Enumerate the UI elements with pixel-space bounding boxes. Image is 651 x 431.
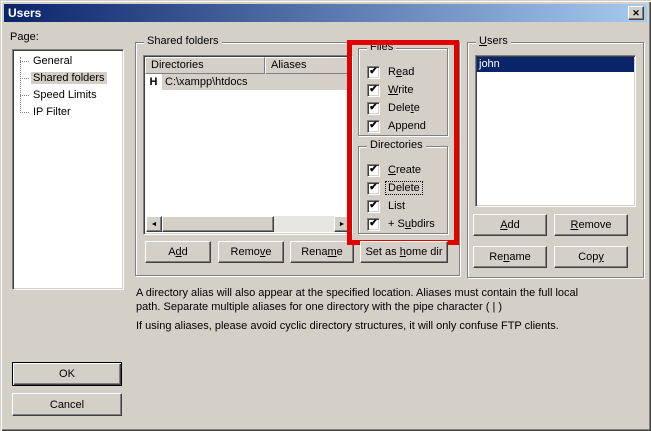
- annotation-highlight-rectangle: [347, 40, 459, 245]
- page-label: Page:: [10, 31, 39, 43]
- shared-folders-group-label: Shared folders: [144, 35, 222, 48]
- scrollbar-track[interactable]: [274, 216, 334, 232]
- column-header-directories[interactable]: Directories: [145, 57, 265, 74]
- horizontal-scrollbar[interactable]: ◄ ►: [146, 216, 350, 232]
- set-as-home-dir-button[interactable]: Set as home dir: [360, 241, 448, 263]
- alias-help-text: A directory alias will also appear at th…: [136, 286, 648, 333]
- users-group-label: Users: [476, 35, 511, 48]
- directory-path: C:\xampp\htdocs: [162, 74, 351, 90]
- title-bar[interactable]: Users ✕: [4, 4, 647, 22]
- scroll-left-icon[interactable]: ◄: [146, 216, 162, 232]
- remove-folder-button[interactable]: Remove: [218, 241, 284, 263]
- rename-folder-button[interactable]: Rename: [290, 241, 354, 263]
- copy-user-button[interactable]: Copy: [554, 246, 628, 268]
- page-tree[interactable]: General Shared folders Speed Limits IP F…: [12, 49, 124, 290]
- add-folder-button[interactable]: Add: [145, 241, 211, 263]
- ok-button[interactable]: OK: [12, 362, 122, 386]
- window-title: Users: [4, 6, 41, 20]
- table-row[interactable]: H C:\xampp\htdocs: [145, 74, 351, 90]
- list-header: Directories Aliases: [145, 57, 351, 74]
- tree-dash-icon: [20, 61, 29, 62]
- users-list[interactable]: john: [475, 55, 636, 207]
- home-marker: H: [145, 74, 162, 90]
- scrollbar-thumb[interactable]: [162, 216, 274, 232]
- list-item-user[interactable]: john: [477, 57, 634, 72]
- column-header-aliases[interactable]: Aliases: [265, 57, 351, 74]
- help-line-3: If using aliases, please avoid cyclic di…: [136, 319, 648, 333]
- page-item-speed-limits[interactable]: Speed Limits: [13, 87, 123, 104]
- page-item-general[interactable]: General: [13, 53, 123, 70]
- add-user-button[interactable]: Add: [473, 214, 547, 236]
- cancel-button[interactable]: Cancel: [12, 393, 122, 416]
- users-dialog: Users ✕ Page: General Shared folders Spe…: [0, 0, 651, 431]
- help-line-1: A directory alias will also appear at th…: [136, 286, 648, 300]
- page-item-shared-folders[interactable]: Shared folders: [13, 70, 123, 87]
- remove-user-button[interactable]: Remove: [554, 214, 628, 236]
- help-line-2: path. Separate multiple aliases for one …: [136, 300, 648, 314]
- page-item-ip-filter[interactable]: IP Filter: [13, 104, 123, 121]
- close-icon[interactable]: ✕: [628, 6, 644, 20]
- rename-user-button[interactable]: Rename: [473, 246, 547, 268]
- tree-dash-icon: [20, 78, 29, 79]
- shared-folders-list[interactable]: Directories Aliases H C:\xampp\htdocs ◄ …: [143, 55, 353, 235]
- tree-dash-icon: [20, 95, 29, 96]
- tree-dash-icon: [20, 112, 29, 113]
